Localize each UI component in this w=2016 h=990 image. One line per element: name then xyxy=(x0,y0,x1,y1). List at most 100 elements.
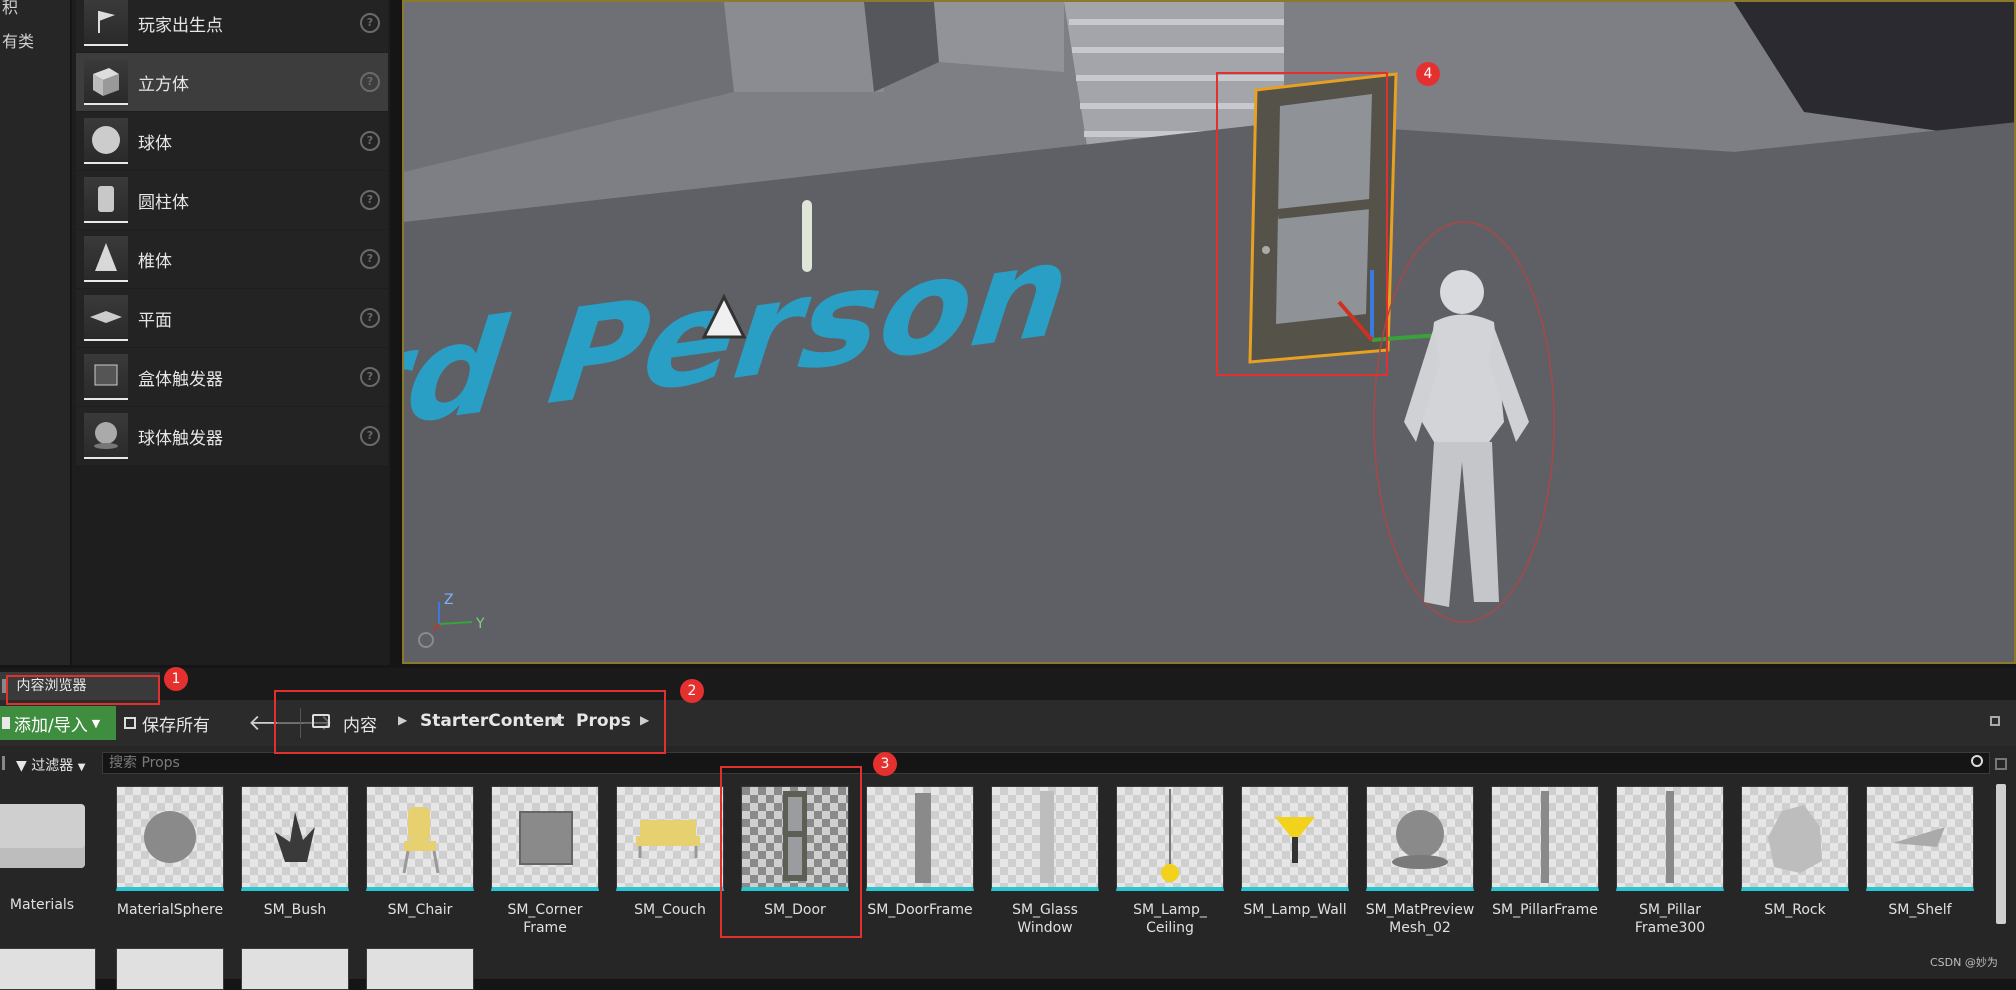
asset-tile[interactable]: SM_MatPreview Mesh_02 xyxy=(1366,786,1474,937)
watermark: CSDN @妙为 xyxy=(1930,956,1998,969)
asset-tile[interactable]: Materials xyxy=(0,786,96,914)
asset-name: SM_Shelf xyxy=(1888,902,1952,918)
asset-tile[interactable]: SM_Lamp_Wall xyxy=(1241,786,1349,919)
help-icon[interactable]: ? xyxy=(360,13,380,33)
asset-tile[interactable]: SM_PillarFrame xyxy=(1491,786,1599,919)
asset-tile[interactable]: SM_Pillar Frame300 xyxy=(1616,786,1724,937)
category-label[interactable]: 积 xyxy=(2,0,18,18)
asset-tile[interactable]: SM_Shelf xyxy=(1866,786,1974,919)
place-item[interactable]: 玩家出生点? xyxy=(76,0,388,52)
axis-y-label: Y xyxy=(475,616,485,632)
asset-tile[interactable]: SM_Rock xyxy=(1741,786,1849,919)
place-item-label: 球体触发器 xyxy=(138,428,223,449)
asset-scrollbar[interactable] xyxy=(1996,784,2006,924)
asset-name: SM_Pillar Frame300 xyxy=(1634,902,1706,936)
place-item[interactable]: 立方体? xyxy=(76,53,388,111)
save-all-button[interactable]: 保存所有 xyxy=(124,706,210,740)
cylinder-icon xyxy=(84,177,128,223)
annotation-badge-4: 4 xyxy=(1416,62,1440,86)
level-viewport[interactable]: ird Person Z Y xyxy=(402,0,2016,664)
place-item-label: 玩家出生点 xyxy=(138,15,223,36)
search-input[interactable]: 搜索 Props xyxy=(102,752,1990,774)
asset-name: SM_Lamp_ Ceiling xyxy=(1133,902,1207,936)
help-icon[interactable]: ? xyxy=(360,367,380,387)
pillar-thumbnail xyxy=(1491,786,1599,891)
asset-name: SM_Bush xyxy=(263,902,327,918)
filter-button[interactable]: ▼ 过滤器 ▼ xyxy=(16,755,85,775)
asset-name: SM_DoorFrame xyxy=(867,902,973,918)
help-icon[interactable]: ? xyxy=(360,308,380,328)
asset-tile-partial[interactable] xyxy=(366,948,474,990)
search-icon[interactable] xyxy=(1971,755,1983,767)
asset-tile[interactable]: SM_Lamp_ Ceiling xyxy=(1116,786,1224,937)
asset-name: Materials xyxy=(9,897,75,913)
place-item-label: 立方体 xyxy=(138,74,189,95)
place-item[interactable]: 平面? xyxy=(76,289,388,347)
place-item[interactable]: 圆柱体? xyxy=(76,171,388,229)
asset-name: SM_Corner Frame xyxy=(507,902,583,936)
place-item-label: 平面 xyxy=(138,310,172,331)
cone-icon xyxy=(84,236,128,282)
plane-icon xyxy=(84,295,128,341)
asset-tile[interactable]: SM_DoorFrame xyxy=(866,786,974,919)
place-item-label: 盒体触发器 xyxy=(138,369,223,390)
filter-icon: ▼ xyxy=(16,758,27,774)
search-placeholder: 搜索 Props xyxy=(109,755,180,771)
add-import-button[interactable]: 添加/导入 ▼ xyxy=(0,706,116,740)
new-file-icon xyxy=(2,717,10,729)
help-icon[interactable]: ? xyxy=(360,131,380,151)
asset-tile[interactable]: SM_Bush xyxy=(241,786,349,919)
asset-tile[interactable]: MaterialSphere xyxy=(116,786,224,919)
help-icon[interactable]: ? xyxy=(360,190,380,210)
place-item[interactable]: 椎体? xyxy=(76,230,388,288)
annotation-box-3 xyxy=(720,766,862,938)
asset-name: SM_PillarFrame xyxy=(1492,902,1598,918)
help-icon[interactable]: ? xyxy=(360,249,380,269)
help-icon[interactable]: ? xyxy=(360,426,380,446)
box-thumbnail xyxy=(491,786,599,891)
doorframe-thumbnail xyxy=(866,786,974,891)
chevron-down-icon: ▼ xyxy=(91,716,101,730)
place-item[interactable]: 球体? xyxy=(76,112,388,170)
asset-tile[interactable]: SM_Couch xyxy=(616,786,724,919)
glass-thumbnail xyxy=(991,786,1099,891)
lamp-ceiling-thumbnail xyxy=(1116,786,1224,891)
asset-tile-partial[interactable] xyxy=(0,948,96,990)
asset-tile[interactable]: SM_Corner Frame xyxy=(491,786,599,937)
sphere-icon xyxy=(84,118,128,164)
save-search-icon[interactable] xyxy=(1995,758,2007,770)
pillar-thumbnail xyxy=(1616,786,1724,891)
filter-label: 过滤器 xyxy=(31,758,74,774)
box-trigger-icon xyxy=(84,354,128,400)
lock-icon[interactable] xyxy=(1990,716,2000,726)
asset-name: SM_Lamp_Wall xyxy=(1243,902,1347,918)
category-label[interactable]: 有类 xyxy=(2,28,34,52)
asset-name: SM_Rock xyxy=(1764,902,1826,918)
annotation-box-1 xyxy=(6,675,160,705)
chair-thumbnail xyxy=(366,786,474,891)
help-icon[interactable]: ? xyxy=(360,72,380,92)
asset-tile-partial[interactable] xyxy=(241,948,349,990)
asset-tile[interactable]: SM_Glass Window xyxy=(991,786,1099,937)
bush-thumbnail xyxy=(241,786,349,891)
shelf-thumbnail xyxy=(1866,786,1974,891)
asset-tile[interactable]: SM_Chair xyxy=(366,786,474,919)
lamp-wall-thumbnail xyxy=(1241,786,1349,891)
asset-grid: Materials MaterialSphere SM_Bush SM_Chair SM… xyxy=(0,782,2016,990)
place-item[interactable]: 球体触发器? xyxy=(76,407,388,465)
annotation-box-2 xyxy=(274,690,666,754)
place-actors-panel: 玩家出生点? 立方体? 球体? 圆柱体? 椎体? 平面? 盒体触发器? 球体触发器? xyxy=(72,0,390,665)
category-strip: 积 有类 xyxy=(0,0,70,665)
asset-tile-partial[interactable] xyxy=(116,948,224,990)
sphere-trigger-icon xyxy=(84,413,128,459)
add-import-label: 添加/导入 xyxy=(14,715,88,736)
place-item-label: 椎体 xyxy=(138,251,172,272)
save-icon xyxy=(124,717,136,729)
folder-thumbnail xyxy=(0,786,94,886)
sphere-thumbnail xyxy=(116,786,224,891)
light-capsule[interactable] xyxy=(802,200,812,272)
asset-name: SM_Couch xyxy=(634,902,706,918)
rock-thumbnail xyxy=(1741,786,1849,891)
place-item[interactable]: 盒体触发器? xyxy=(76,348,388,406)
matpreview-thumbnail xyxy=(1366,786,1474,891)
